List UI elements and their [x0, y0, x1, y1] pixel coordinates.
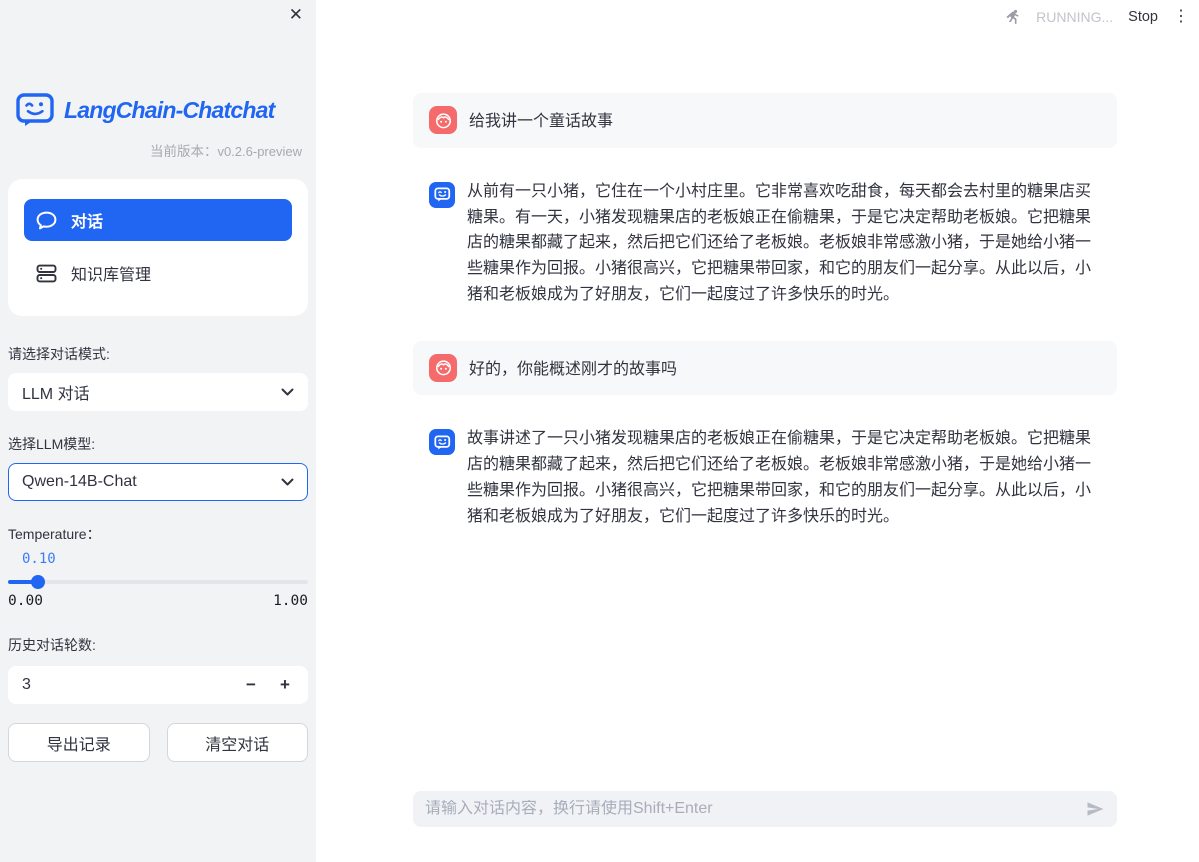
status-badge: RUNNING... [1036, 9, 1113, 25]
chat-input-bar [413, 791, 1117, 827]
version-label: 当前版本： [150, 144, 218, 159]
version-value: v0.2.6-preview [217, 144, 302, 159]
assistant-avatar-icon [429, 429, 455, 455]
chat-message-assistant: 故事讲述了一只小猪发现糖果店的老板娘正在偷糖果，于是它决定帮助老板娘。它把糖果店… [413, 428, 1117, 529]
sidebar-nav: 对话 知识库管理 [8, 179, 308, 316]
version-info: 当前版本：v0.2.6-preview [8, 140, 308, 160]
app-header-controls: RUNNING... Stop ⋮ [1002, 5, 1189, 29]
sidebar-item-knowledge-base[interactable]: 知识库管理 [24, 252, 292, 294]
user-avatar-icon [429, 106, 457, 134]
message-text: 好的，你能概述刚才的故事吗 [469, 354, 677, 383]
chat-bubble-logo-icon [16, 93, 55, 127]
history-increment-button[interactable]: + [268, 668, 302, 702]
sidebar-item-dialogue[interactable]: 对话 [24, 199, 292, 241]
app-logo: LangChain-Chatchat [16, 93, 308, 127]
message-text: 给我讲一个童话故事 [469, 106, 613, 135]
message-text: 故事讲述了一只小猪发现糖果店的老板娘正在偷糖果，于是它决定帮助老板娘。它把糖果店… [467, 426, 1101, 529]
message-text: 从前有一只小猪，它住在一个小村庄里。它非常喜欢吃甜食，每天都会去村里的糖果店买糖… [467, 179, 1101, 308]
dialog-mode-value: LLM 对话 [22, 380, 90, 404]
stop-button[interactable]: Stop [1128, 9, 1158, 25]
temperature-range: 0.00 1.00 [8, 593, 308, 609]
chevron-down-icon [281, 478, 294, 486]
main-area: RUNNING... Stop ⋮ 给我讲一个童话故事 从前有一只小猪，它住在一… [316, 0, 1199, 862]
history-decrement-button[interactable]: − [234, 668, 268, 702]
chat-input[interactable] [425, 800, 1083, 818]
temperature-max: 1.00 [273, 593, 308, 609]
chat-message-user: 给我讲一个童话故事 [413, 93, 1117, 148]
send-icon[interactable] [1083, 797, 1107, 821]
chat-message-assistant: 从前有一只小猪，它住在一个小村庄里。它非常喜欢吃甜食，每天都会去村里的糖果店买糖… [413, 181, 1117, 308]
clear-dialog-button[interactable]: 清空对话 [167, 723, 309, 762]
temperature-label: Temperature： [8, 524, 308, 544]
export-records-button[interactable]: 导出记录 [8, 723, 150, 762]
temperature-slider[interactable] [8, 580, 308, 584]
temperature-value: 0.10 [22, 551, 308, 567]
llm-model-select[interactable]: Qwen-14B-Chat [8, 463, 308, 501]
app-title: LangChain-Chatchat [64, 97, 275, 124]
chat-bubble-icon [36, 211, 57, 230]
user-avatar-icon [429, 354, 457, 382]
sidebar-close-icon[interactable]: ✕ [289, 6, 303, 23]
chat-message-user: 好的，你能概述刚才的故事吗 [413, 341, 1117, 396]
chevron-down-icon [281, 388, 294, 396]
llm-model-label: 选择LLM模型: [8, 434, 308, 454]
history-rounds-label: 历史对话轮数: [8, 635, 308, 655]
kebab-menu-icon[interactable]: ⋮ [1173, 9, 1189, 25]
sidebar: ✕ LangChain-Chatchat 当前版本：v0.2.6-preview… [0, 0, 316, 862]
dialog-mode-select[interactable]: LLM 对话 [8, 373, 308, 411]
dialog-mode-label: 请选择对话模式: [8, 344, 308, 364]
history-rounds-field[interactable] [22, 676, 234, 694]
history-rounds-input: − + [8, 666, 308, 704]
temperature-slider-thumb[interactable] [31, 575, 45, 589]
database-icon [36, 264, 57, 283]
temperature-min: 0.00 [8, 593, 43, 609]
sidebar-item-label: 对话 [71, 208, 103, 232]
assistant-avatar-icon [429, 182, 455, 208]
llm-model-value: Qwen-14B-Chat [22, 473, 137, 491]
sidebar-item-label: 知识库管理 [71, 261, 151, 285]
chat-message-list: 给我讲一个童话故事 从前有一只小猪，它住在一个小村庄里。它非常喜欢吃甜食，每天都… [413, 93, 1117, 562]
running-man-icon [1002, 8, 1021, 27]
